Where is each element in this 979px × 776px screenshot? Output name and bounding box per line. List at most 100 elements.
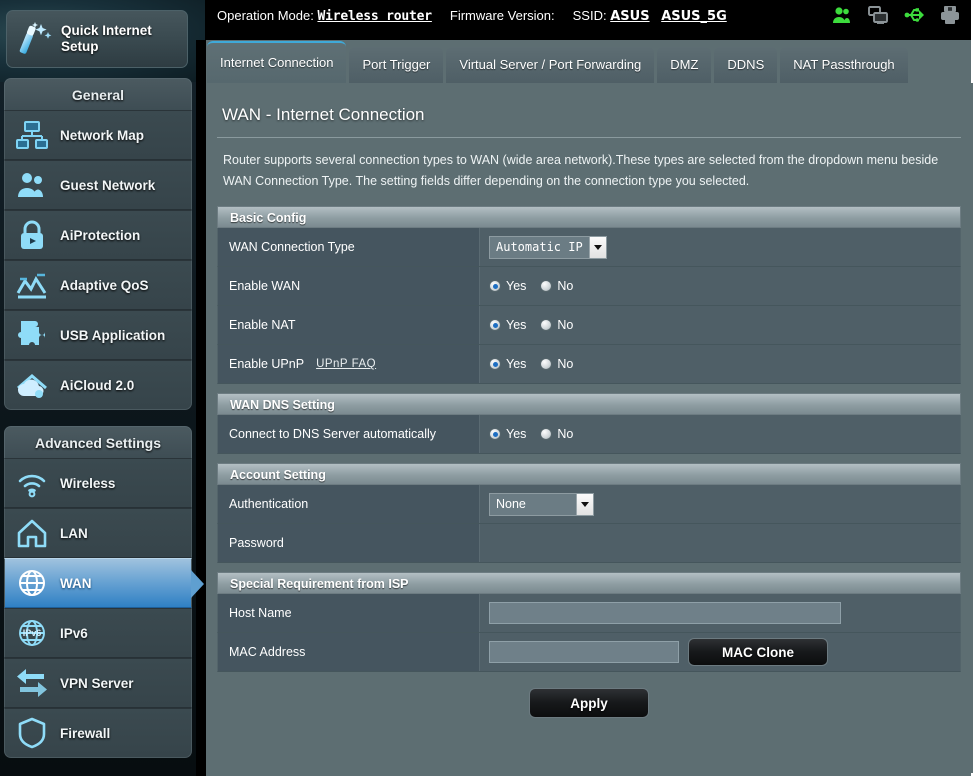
enable-wan-yes[interactable]: Yes (489, 279, 526, 293)
mac-address-label: MAC Address (229, 645, 306, 659)
row-label: Enable UPnP UPnP FAQ (218, 345, 480, 383)
apply-button[interactable]: Apply (529, 688, 649, 718)
connect-dns-no[interactable]: No (540, 427, 573, 441)
upnp-faq-link[interactable]: UPnP FAQ (316, 358, 376, 370)
radio-label: No (557, 427, 574, 441)
operation-mode-value[interactable]: Wireless router (317, 9, 432, 24)
sidebar-item-vpn-server[interactable]: VPN Server (4, 658, 192, 708)
section-special-requirement-isp: Special Requirement from ISP Host Name M… (217, 572, 961, 672)
sidebar-item-usb-application[interactable]: USB Application (4, 310, 192, 360)
row-password: Password (217, 524, 961, 563)
radio-label: No (557, 357, 574, 371)
sidebar-item-firewall[interactable]: Firewall (4, 708, 192, 758)
connect-dns-radio-group: Yes No (489, 427, 573, 441)
radio-selected-icon (489, 319, 501, 331)
cloud-icon (14, 367, 50, 403)
puzzle-icon (14, 317, 50, 353)
sidebar-item-guest-network[interactable]: Guest Network (4, 160, 192, 210)
radio-label: Yes (506, 357, 527, 371)
sidebar-item-label: Guest Network (60, 177, 156, 193)
enable-wan-no[interactable]: No (540, 279, 573, 293)
guest-network-icon (14, 167, 50, 203)
tab-nat-passthrough[interactable]: NAT Passthrough (780, 47, 908, 83)
mac-address-input[interactable] (489, 641, 679, 663)
quick-internet-setup-label: Quick Internet Setup (61, 23, 152, 54)
row-mac-address: MAC Address MAC Clone (217, 633, 961, 672)
apply-button-row: Apply (215, 688, 963, 718)
sidebar-item-ipv6[interactable]: IPv6 IPv6 (4, 608, 192, 658)
chevron-down-icon (588, 236, 606, 258)
svg-text:IPv6: IPv6 (23, 628, 42, 638)
row-label: Host Name (218, 594, 480, 632)
row-wan-connection-type: WAN Connection Type Automatic IP (217, 228, 961, 267)
sidebar-advanced-title: Advanced Settings (4, 426, 192, 458)
vpn-arrows-icon (14, 665, 50, 701)
wan-connection-type-select[interactable]: Automatic IP (489, 235, 607, 259)
mac-clone-button[interactable]: MAC Clone (688, 638, 828, 666)
sidebar-item-label: Network Map (60, 127, 145, 143)
router-admin-page: Quick InternetSetup General Network Map (0, 0, 979, 776)
row-control: Automatic IP (480, 228, 960, 266)
row-control: Yes No (480, 267, 960, 305)
quick-internet-setup-button[interactable]: Quick Internet Setup (6, 10, 188, 68)
sidebar-item-lan[interactable]: LAN (4, 508, 192, 558)
row-label: Password (218, 524, 480, 562)
lock-icon (14, 217, 50, 253)
printer-icon[interactable] (939, 4, 961, 26)
row-connect-dns-automatically: Connect to DNS Server automatically Yes … (217, 415, 961, 454)
tab-bar: Internet Connection Port Trigger Virtual… (207, 41, 911, 83)
firmware-version-info: Firmware Version: (450, 8, 555, 24)
sidebar-item-wan[interactable]: WAN (4, 558, 204, 608)
sidebar-item-aiprotection[interactable]: AiProtection (4, 210, 192, 260)
connect-dns-yes[interactable]: Yes (489, 427, 526, 441)
sidebar-item-label: WAN (60, 575, 92, 591)
enable-upnp-no[interactable]: No (540, 357, 573, 371)
radio-label: Yes (506, 427, 527, 441)
host-name-input[interactable] (489, 602, 841, 624)
enable-nat-no[interactable]: No (540, 318, 573, 332)
tab-internet-connection[interactable]: Internet Connection (207, 41, 347, 83)
clients-icon[interactable] (831, 4, 853, 26)
sidebar-group-advanced: Advanced Settings Wireless LAN WAN IPv6 … (4, 426, 204, 758)
enable-nat-yes[interactable]: Yes (489, 318, 526, 332)
sidebar-gutter (196, 40, 206, 776)
network-map-icon (14, 117, 50, 153)
usb-icon[interactable] (903, 4, 925, 26)
sidebar-item-label: Adaptive QoS (60, 277, 149, 293)
row-enable-upnp: Enable UPnP UPnP FAQ Yes No (217, 345, 961, 384)
section-title: WAN DNS Setting (217, 393, 961, 415)
sidebar-item-label: IPv6 (60, 625, 88, 641)
radio-selected-icon (489, 358, 501, 370)
radio-selected-icon (489, 280, 501, 292)
ssid-2g-value[interactable]: ASUS (610, 9, 649, 24)
tab-port-trigger[interactable]: Port Trigger (349, 47, 444, 83)
tab-ddns[interactable]: DDNS (714, 47, 778, 83)
sidebar-item-aicloud[interactable]: AiCloud 2.0 (4, 360, 192, 410)
sidebar-item-wireless[interactable]: Wireless (4, 458, 192, 508)
sidebar-item-label: USB Application (60, 327, 166, 343)
sidebar-item-adaptive-qos[interactable]: Adaptive QoS (4, 260, 192, 310)
enable-nat-label: Enable NAT (229, 318, 296, 332)
enable-upnp-radio-group: Yes No (489, 357, 573, 371)
row-label: Connect to DNS Server automatically (218, 415, 480, 453)
sidebar-item-network-map[interactable]: Network Map (4, 110, 192, 160)
authentication-select[interactable]: None (489, 492, 594, 516)
screens-icon[interactable] (867, 4, 889, 26)
enable-wan-radio-group: Yes No (489, 279, 573, 293)
section-basic-config: Basic Config WAN Connection Type Automat… (217, 206, 961, 384)
main-panel: WAN - Internet Connection Router support… (207, 83, 973, 773)
enable-upnp-yes[interactable]: Yes (489, 357, 526, 371)
ssid-info: SSID: ASUS ASUS_5G (573, 8, 735, 24)
sidebar-item-label: Firewall (60, 725, 111, 741)
tab-virtual-server-port-forwarding[interactable]: Virtual Server / Port Forwarding (446, 47, 655, 83)
ssid-5g-value[interactable]: ASUS_5G (661, 9, 727, 24)
enable-wan-label: Enable WAN (229, 279, 301, 293)
sidebar-item-label: LAN (60, 525, 88, 541)
ipv6-globe-icon: IPv6 (14, 615, 50, 651)
wifi-icon (14, 465, 50, 501)
chevron-down-icon (576, 493, 593, 515)
radio-label: Yes (506, 279, 527, 293)
tab-dmz[interactable]: DMZ (657, 47, 712, 83)
row-control: Yes No (480, 415, 960, 453)
globe-icon (14, 565, 50, 601)
